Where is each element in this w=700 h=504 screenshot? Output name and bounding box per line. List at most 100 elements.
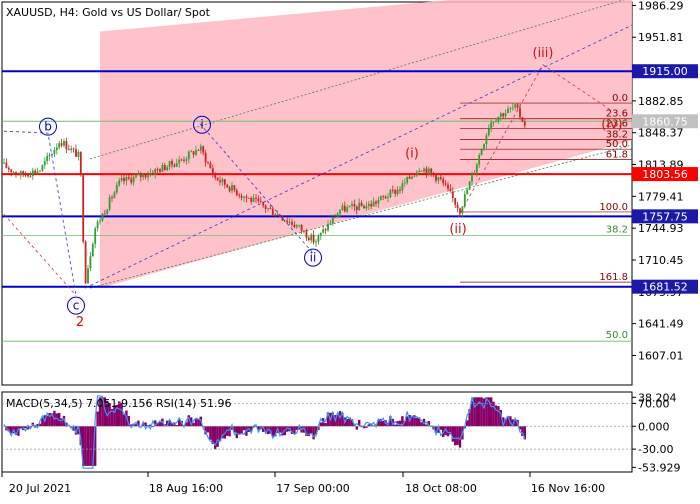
candle-body bbox=[82, 175, 84, 242]
candle-body bbox=[10, 169, 12, 171]
candle-body bbox=[138, 174, 140, 176]
candle-body bbox=[294, 225, 296, 227]
candle-body bbox=[222, 179, 224, 182]
candle-body bbox=[106, 210, 108, 214]
candle-body bbox=[375, 202, 377, 204]
indicator-label: MACD(5,34,5) 7.051 9.156 RSI(14) 51.96 bbox=[6, 397, 231, 410]
macd-bar bbox=[192, 423, 194, 427]
wave-label: (i) bbox=[405, 146, 419, 161]
candle-body bbox=[140, 174, 142, 178]
candle-body bbox=[378, 200, 380, 203]
candle-body bbox=[310, 235, 312, 241]
candle-body bbox=[447, 185, 449, 189]
wave-label: b bbox=[44, 120, 52, 134]
candle-body bbox=[507, 109, 509, 113]
candle-body bbox=[258, 199, 260, 202]
price-chart[interactable]: 38.250.00.023.623.638.250.061.8100.0161.… bbox=[0, 0, 700, 500]
candle-body bbox=[99, 221, 101, 222]
candle-body bbox=[301, 225, 303, 231]
wave-label: i bbox=[200, 118, 203, 132]
wave-label: c bbox=[73, 299, 80, 313]
macd-bar bbox=[454, 426, 456, 445]
macd-bar bbox=[123, 414, 125, 426]
candle-body bbox=[402, 183, 404, 190]
candle-body bbox=[181, 160, 183, 161]
candle-body bbox=[200, 146, 202, 150]
candle-body bbox=[267, 208, 269, 209]
candle-body bbox=[85, 242, 87, 284]
candle-body bbox=[512, 108, 514, 109]
candle-body bbox=[90, 256, 92, 268]
candle-body bbox=[162, 165, 164, 172]
y-tick-label: 1951.81 bbox=[638, 31, 684, 44]
candle-body bbox=[171, 161, 173, 165]
candle-body bbox=[75, 149, 77, 157]
candle-body bbox=[457, 205, 459, 209]
candle-body bbox=[118, 180, 120, 184]
candle-body bbox=[471, 174, 473, 181]
candle-body bbox=[121, 178, 123, 180]
candle-body bbox=[426, 169, 428, 175]
macd-bar bbox=[216, 426, 218, 447]
candle-body bbox=[46, 156, 48, 161]
candle-body bbox=[188, 152, 190, 160]
macd-bar bbox=[497, 406, 499, 426]
y-tick-label: 1744.93 bbox=[638, 222, 684, 235]
candle-body bbox=[454, 198, 456, 205]
candle-body bbox=[382, 196, 384, 197]
candle-body bbox=[183, 160, 185, 161]
candle-body bbox=[332, 217, 334, 224]
candle-body bbox=[123, 178, 125, 181]
candle-body bbox=[303, 231, 305, 232]
candle-body bbox=[385, 197, 387, 198]
candle-body bbox=[286, 221, 288, 223]
macd-bar bbox=[84, 426, 86, 466]
fib-short-label: 61.8 bbox=[606, 149, 628, 160]
candle-body bbox=[3, 162, 5, 163]
candle-body bbox=[152, 173, 154, 175]
candle-body bbox=[486, 135, 488, 144]
macd-bar bbox=[212, 426, 214, 444]
candle-body bbox=[397, 190, 399, 194]
candle-body bbox=[92, 244, 94, 256]
candle-body bbox=[87, 268, 89, 283]
candle-body bbox=[18, 174, 20, 175]
candle-body bbox=[361, 203, 363, 206]
wave-label: (iv) bbox=[601, 118, 622, 133]
indicator-tick-label: -30.00 bbox=[638, 443, 673, 456]
fib-long-label: 50.0 bbox=[606, 330, 628, 341]
candle-body bbox=[176, 163, 178, 166]
candle-body bbox=[380, 196, 382, 200]
candle-body bbox=[298, 225, 300, 226]
candle-body bbox=[306, 231, 308, 238]
candle-body bbox=[97, 222, 99, 229]
candle-body bbox=[342, 206, 344, 210]
chart-title: XAUUSD, H4: Gold vs US Dollar/ Spot bbox=[6, 6, 211, 19]
candle-body bbox=[337, 214, 339, 218]
macd-bar bbox=[416, 418, 418, 426]
candle-body bbox=[126, 177, 128, 181]
macd-bar bbox=[382, 421, 384, 426]
candle-body bbox=[411, 177, 413, 179]
candle-body bbox=[517, 104, 519, 107]
candle-body bbox=[142, 174, 144, 177]
x-tick-label: 20 Jul 2021 bbox=[9, 482, 71, 495]
candle-body bbox=[308, 238, 310, 241]
candle-body bbox=[37, 171, 39, 172]
wave-label: (iii) bbox=[533, 46, 554, 61]
candle-body bbox=[466, 190, 468, 194]
candle-body bbox=[116, 185, 118, 193]
candle-body bbox=[49, 155, 51, 156]
candle-body bbox=[522, 117, 524, 121]
candle-body bbox=[68, 149, 70, 150]
candle-body bbox=[272, 209, 274, 215]
candle-body bbox=[277, 215, 279, 216]
candle-body bbox=[330, 223, 332, 224]
candle-body bbox=[490, 122, 492, 128]
candle-body bbox=[450, 189, 452, 192]
candle-body bbox=[421, 171, 423, 172]
y-tick-label: 1882.85 bbox=[638, 95, 684, 108]
candle-body bbox=[109, 197, 111, 209]
candle-body bbox=[260, 201, 262, 202]
candle-body bbox=[70, 148, 72, 150]
